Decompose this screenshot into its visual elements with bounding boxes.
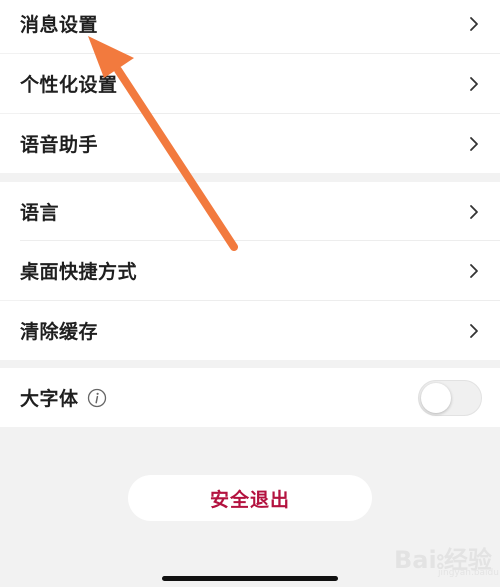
menu-item-desktop-shortcut[interactable]: 桌面快捷方式 — [0, 241, 500, 300]
large-font-row: 大字体 — [0, 368, 500, 427]
menu-item-label: 桌面快捷方式 — [20, 261, 138, 283]
menu-item-message-settings[interactable]: 消息设置 — [0, 0, 500, 53]
settings-screen: 消息设置 个性化设置 语音助手 语言 桌面快捷方式 清除缓存 大字体 安全退出 … — [0, 0, 500, 587]
menu-item-personalization[interactable]: 个性化设置 — [0, 54, 500, 113]
watermark-subtext: jingyan.baidu.com — [438, 568, 500, 578]
menu-item-label: 清除缓存 — [20, 321, 99, 343]
chevron-right-icon — [470, 263, 478, 278]
home-indicator — [162, 576, 338, 581]
logout-button[interactable]: 安全退出 — [128, 475, 372, 521]
baidu-jingyan-watermark: Bai⦂经验 jingyan.baidu.com — [394, 536, 500, 582]
chevron-right-icon — [470, 323, 478, 338]
info-icon[interactable] — [87, 388, 107, 408]
menu-item-label: 语音助手 — [20, 134, 99, 156]
chevron-right-icon — [470, 204, 478, 219]
large-font-toggle[interactable] — [418, 379, 482, 416]
chevron-right-icon — [470, 16, 478, 31]
menu-item-label: 语言 — [20, 202, 60, 224]
menu-item-label: 消息设置 — [20, 14, 99, 36]
menu-item-label: 个性化设置 — [20, 74, 118, 96]
menu-item-clear-cache[interactable]: 清除缓存 — [0, 301, 500, 360]
logout-label: 安全退出 — [209, 488, 290, 511]
chevron-right-icon — [470, 76, 478, 91]
large-font-label: 大字体 — [20, 388, 79, 410]
toggle-knob — [421, 382, 451, 413]
menu-item-voice-assistant[interactable]: 语音助手 — [0, 114, 500, 173]
menu-item-language[interactable]: 语言 — [0, 182, 500, 241]
chevron-right-icon — [470, 136, 478, 151]
